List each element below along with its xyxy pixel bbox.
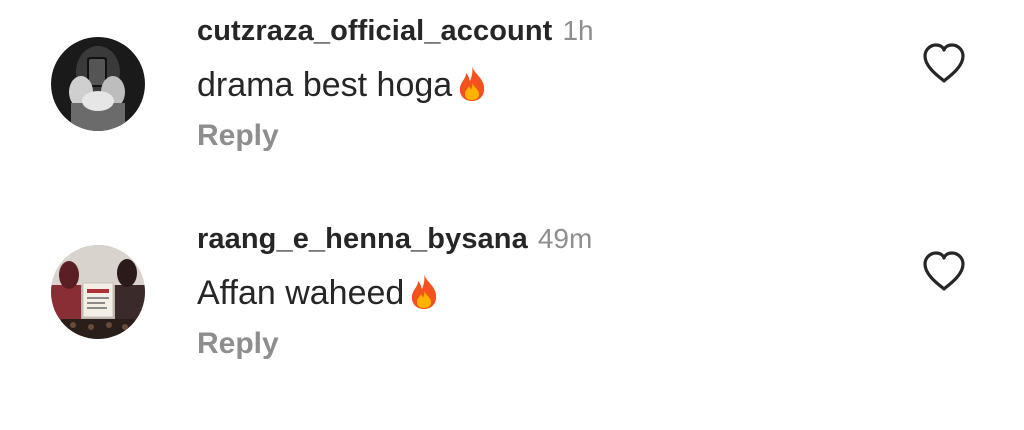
like-heart-icon[interactable]: [921, 41, 967, 85]
comment-text-content: drama best hoga: [197, 66, 453, 104]
comment-text-content: Affan waheed: [197, 274, 405, 312]
comment-meta: cutzraza_official_account 1h: [197, 12, 594, 50]
reply-button[interactable]: Reply: [197, 326, 279, 362]
comment-item: cutzraza_official_account 1h drama best h…: [0, 0, 1024, 170]
timestamp: 1h: [562, 15, 594, 46]
timestamp: 49m: [537, 223, 593, 254]
fire-emoji-icon: [454, 64, 490, 102]
like-heart-icon[interactable]: [921, 249, 967, 293]
username[interactable]: raang_e_henna_bysana: [197, 223, 528, 255]
comment-body: cutzraza_official_account 1h drama best h…: [197, 12, 594, 154]
comment-meta: raang_e_henna_bysana 49m: [197, 220, 592, 258]
comment-body: raang_e_henna_bysana 49m Affan waheed Rep…: [197, 220, 592, 362]
reply-button[interactable]: Reply: [197, 118, 279, 154]
person-holding-phone-avatar-icon: [51, 37, 145, 131]
comment-text: drama best hoga: [197, 64, 594, 104]
username[interactable]: cutzraza_official_account: [197, 15, 552, 47]
comment-text: Affan waheed: [197, 272, 592, 312]
comment-item: raang_e_henna_bysana 49m Affan waheed Rep…: [0, 208, 1024, 378]
henna-artist-avatar-icon: [51, 245, 145, 339]
avatar[interactable]: [51, 245, 145, 339]
avatar[interactable]: [51, 37, 145, 131]
fire-emoji-icon: [406, 272, 442, 310]
